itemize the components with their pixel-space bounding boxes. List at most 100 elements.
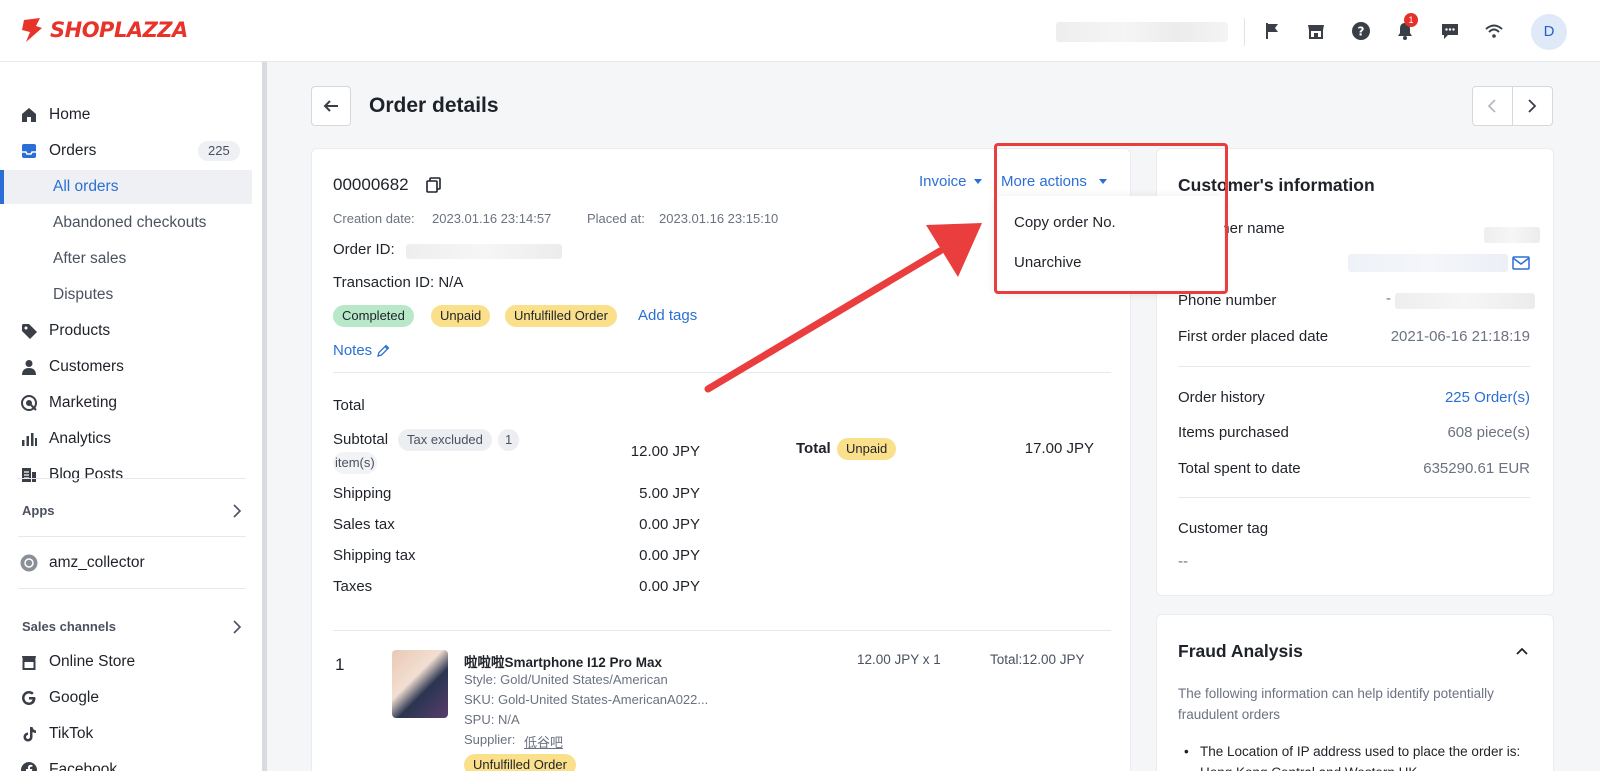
sidebar-item-label: Disputes: [53, 286, 114, 303]
copy-icon[interactable]: [425, 176, 443, 194]
sidebar-item-marketing[interactable]: Marketing: [0, 386, 252, 420]
inbox-icon: [19, 141, 39, 161]
sidebar-item-customers[interactable]: Customers: [0, 350, 252, 384]
annotation-highlight-box: [994, 143, 1228, 294]
sidebar-item-label: Analytics: [49, 430, 112, 447]
shoplazza-logo-icon: [22, 18, 42, 42]
shipping-value: 5.00 JPY: [639, 485, 700, 502]
product-spu: SPU: N/A: [464, 712, 520, 727]
flag-icon[interactable]: [1261, 20, 1283, 42]
caret-down-icon: [974, 179, 982, 184]
blog-icon: [19, 465, 39, 485]
section-divider: [333, 630, 1111, 631]
customer-email-redacted[interactable]: [1348, 254, 1508, 272]
subtotal-label: Subtotal: [333, 431, 389, 448]
tag-icon: [19, 321, 39, 341]
chevron-up-icon[interactable]: [1515, 646, 1529, 656]
sales-channels-section-label: Sales channels: [22, 619, 116, 634]
google-icon: [19, 688, 39, 708]
product-thumbnail[interactable]: [392, 650, 448, 718]
sidebar-item-all-orders[interactable]: All orders: [0, 170, 252, 204]
previous-order-button[interactable]: [1473, 87, 1513, 125]
store-icon: [19, 652, 39, 672]
supplier-link[interactable]: 低谷吧: [524, 732, 563, 751]
sidebar-divider: [18, 536, 246, 537]
sidebar-item-orders[interactable]: Orders 225: [0, 134, 252, 168]
tiktok-icon: [19, 724, 39, 744]
total-spent-value: 635290.61 EUR: [1423, 460, 1530, 477]
sidebar-item-online-store[interactable]: Online Store: [0, 645, 252, 679]
fraud-ip-bullet: • The Location of IP address used to pla…: [1184, 741, 1530, 771]
mail-icon[interactable]: [1512, 256, 1530, 270]
sidebar-item-label: amz_collector: [49, 554, 145, 571]
add-tags-link[interactable]: Add tags: [638, 307, 697, 324]
pencil-icon[interactable]: [376, 344, 390, 358]
sidebar-item-tiktok[interactable]: TikTok: [0, 717, 252, 751]
chevron-right-icon[interactable]: [232, 504, 242, 518]
price-quantity: 12.00 JPY x 1: [857, 652, 941, 667]
store-name-redacted[interactable]: [1056, 22, 1228, 42]
total-label: Total: [796, 440, 831, 457]
sidebar-item-label: Facebook: [49, 761, 118, 771]
sidebar-item-label: Orders: [49, 142, 97, 159]
sidebar-divider: [18, 588, 246, 589]
sales-tax-label: Sales tax: [333, 516, 395, 533]
sales-tax-value: 0.00 JPY: [639, 516, 700, 533]
sidebar-item-label: After sales: [53, 250, 127, 267]
bar-chart-icon: [19, 429, 39, 449]
line-total: Total:12.00 JPY: [990, 652, 1085, 667]
phone-number-redacted: [1395, 293, 1535, 309]
sidebar-divider: [18, 478, 246, 479]
status-badge-completed: Completed: [333, 305, 414, 327]
supplier-label: Supplier:: [464, 732, 516, 747]
first-order-date: 2021-06-16 21:18:19: [1390, 328, 1530, 345]
chat-icon[interactable]: [1439, 20, 1461, 42]
notification-badge: 1: [1404, 13, 1418, 27]
target-icon: [19, 393, 39, 413]
sidebar-item-abandoned-checkouts[interactable]: Abandoned checkouts: [0, 206, 252, 240]
sidebar-item-google[interactable]: Google: [0, 681, 252, 715]
sidebar-scrollbar[interactable]: [262, 62, 267, 771]
fraud-analysis-title: Fraud Analysis: [1178, 641, 1303, 661]
help-icon[interactable]: ?: [1350, 20, 1372, 42]
sidebar-item-label: All orders: [53, 178, 119, 195]
annotation-arrow-icon: [704, 223, 982, 393]
page-title: Order details: [369, 94, 499, 117]
orders-count-badge: 225: [198, 141, 240, 161]
sidebar-item-products[interactable]: Products: [0, 314, 252, 348]
wifi-icon[interactable]: [1483, 20, 1505, 42]
chevron-right-icon[interactable]: [232, 620, 242, 634]
avatar[interactable]: D: [1531, 14, 1567, 50]
taxes-label: Taxes: [333, 578, 373, 595]
sidebar-item-after-sales[interactable]: After sales: [0, 242, 252, 276]
sidebar-item-disputes[interactable]: Disputes: [0, 278, 252, 312]
sidebar-item-analytics[interactable]: Analytics: [0, 422, 252, 456]
line-item-index: 1: [335, 655, 345, 674]
chevron-right-icon: [1528, 99, 1537, 113]
customer-tag-value: --: [1178, 553, 1188, 570]
next-order-button[interactable]: [1513, 87, 1553, 125]
product-name[interactable]: 啦啦啦Smartphone I12 Pro Max: [464, 651, 662, 671]
sidebar-item-blog-posts[interactable]: Blog Posts: [0, 458, 252, 492]
sidebar-item-amz-collector[interactable]: amz_collector: [0, 546, 252, 580]
total-spent-label: Total spent to date: [1178, 460, 1301, 477]
sidebar-item-facebook[interactable]: Facebook: [0, 753, 252, 771]
shipping-label: Shipping: [333, 485, 392, 502]
order-id-redacted: [406, 244, 562, 259]
shipping-tax-label: Shipping tax: [333, 547, 416, 564]
sidebar-item-home[interactable]: Home: [0, 98, 252, 132]
apps-section-label: Apps: [22, 503, 55, 518]
back-button[interactable]: [311, 86, 351, 126]
subtotal-value: 12.00 JPY: [630, 443, 700, 460]
sidebar-item-label: Abandoned checkouts: [53, 214, 207, 231]
grand-total-value: 17.00 JPY: [1024, 440, 1094, 457]
item-count: 1: [498, 429, 520, 451]
store-icon[interactable]: [1305, 20, 1327, 42]
shoplazza-logo[interactable]: SHOPLAZZA: [20, 16, 188, 44]
sidebar-item-label: Online Store: [49, 653, 136, 670]
brand-name: SHOPLAZZA: [50, 18, 188, 42]
invoice-dropdown[interactable]: Invoice: [919, 173, 967, 190]
notes-link[interactable]: Notes: [333, 342, 372, 359]
order-history-link[interactable]: 225 Order(s): [1445, 389, 1530, 406]
customer-name-redacted: [1484, 227, 1540, 243]
